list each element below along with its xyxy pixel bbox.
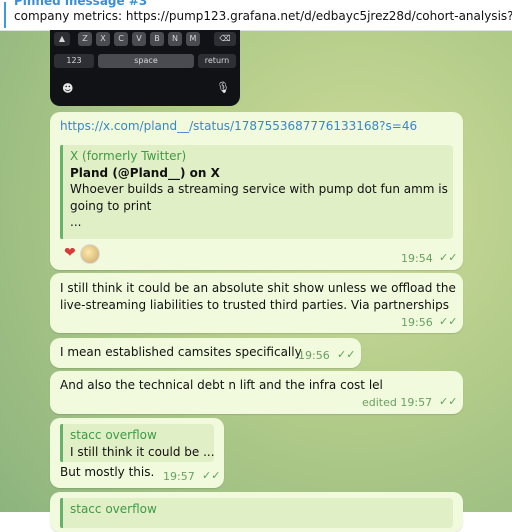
read-check-icon: ✓✓: [439, 395, 458, 408]
message-time: 19:56: [401, 316, 433, 329]
message-text: live-streaming liabilities to trusted th…: [60, 298, 449, 312]
pinned-text: company metrics: https://pump123.grafana…: [14, 9, 512, 23]
message-bubble-reply[interactable]: stacc overflow I still think it could be…: [50, 418, 224, 488]
link-preview-title: Pland (@Pland__) on X: [70, 166, 220, 180]
reply-quote[interactable]: stacc overflow: [60, 498, 453, 528]
keyboard-screenshot-image[interactable]: ▲ Z X C V B N M ⌫ 123 space return ☻ 🎙: [50, 30, 240, 106]
message-time: 19:54: [401, 252, 433, 265]
message-text: But mostly this.: [60, 465, 155, 479]
link-preview-line: going to print: [70, 199, 152, 213]
pinned-accent-bar: [4, 2, 6, 28]
key-m: M: [186, 32, 200, 46]
reply-author: stacc overflow: [70, 502, 157, 516]
link-preview-card[interactable]: X (formerly Twitter) Pland (@Pland__) on…: [60, 145, 453, 239]
message-bubble[interactable]: I still think it could be an absolute sh…: [50, 273, 463, 333]
key-c: C: [114, 32, 128, 46]
message-text: I still think it could be an absolute sh…: [60, 281, 456, 295]
link-preview-accent: [60, 145, 63, 239]
key-z: Z: [78, 32, 92, 46]
reply-accent: [60, 498, 63, 528]
link-preview-site: X (formerly Twitter): [70, 149, 187, 163]
key-b: B: [150, 32, 164, 46]
message-time: 19:57: [163, 470, 195, 483]
message-bubble[interactable]: And also the technical debt n lift and t…: [50, 371, 463, 414]
read-check-icon: ✓✓: [439, 251, 458, 264]
backspace-key: ⌫: [214, 32, 236, 46]
link-preview-line: ...: [70, 215, 82, 229]
read-check-icon: ✓✓: [202, 469, 221, 482]
message-link[interactable]: https://x.com/pland__/status/17875536877…: [60, 118, 417, 135]
message-bubble-link[interactable]: https://x.com/pland__/status/17875536877…: [50, 112, 463, 270]
message-text: I mean established camsites specifically: [60, 345, 302, 359]
return-key: return: [198, 54, 236, 68]
read-check-icon: ✓✓: [439, 315, 458, 328]
read-check-icon: ✓✓: [337, 348, 356, 361]
key-v: V: [132, 32, 146, 46]
message-text: And also the technical debt n lift and t…: [60, 378, 383, 392]
reply-accent: [60, 424, 63, 462]
message-time: edited 19:57: [362, 396, 433, 409]
microphone-icon: 🎙: [216, 81, 230, 94]
reaction-avatar[interactable]: [80, 244, 100, 264]
key-x: X: [96, 32, 110, 46]
pinned-message-bar[interactable]: Pinned message #3 company metrics: https…: [0, 0, 512, 31]
reply-quote[interactable]: stacc overflow I still think it could be…: [60, 424, 215, 462]
message-bubble[interactable]: I mean established camsites specifically…: [50, 338, 361, 368]
message-bubble-reply[interactable]: stacc overflow: [50, 492, 463, 532]
key-n: N: [168, 32, 182, 46]
heart-reaction-icon[interactable]: ❤: [64, 245, 76, 261]
shift-key: ▲: [54, 32, 70, 46]
reply-author: stacc overflow: [70, 428, 157, 442]
pinned-title: Pinned message #3: [14, 0, 148, 8]
message-time: 19:56: [298, 349, 330, 362]
numbers-key: 123: [54, 54, 94, 68]
emoji-icon: ☻: [62, 82, 74, 95]
space-key: space: [98, 54, 194, 68]
link-preview-line: Whoever builds a streaming service with …: [70, 182, 448, 196]
reply-snippet: I still think it could be ...: [70, 445, 215, 459]
